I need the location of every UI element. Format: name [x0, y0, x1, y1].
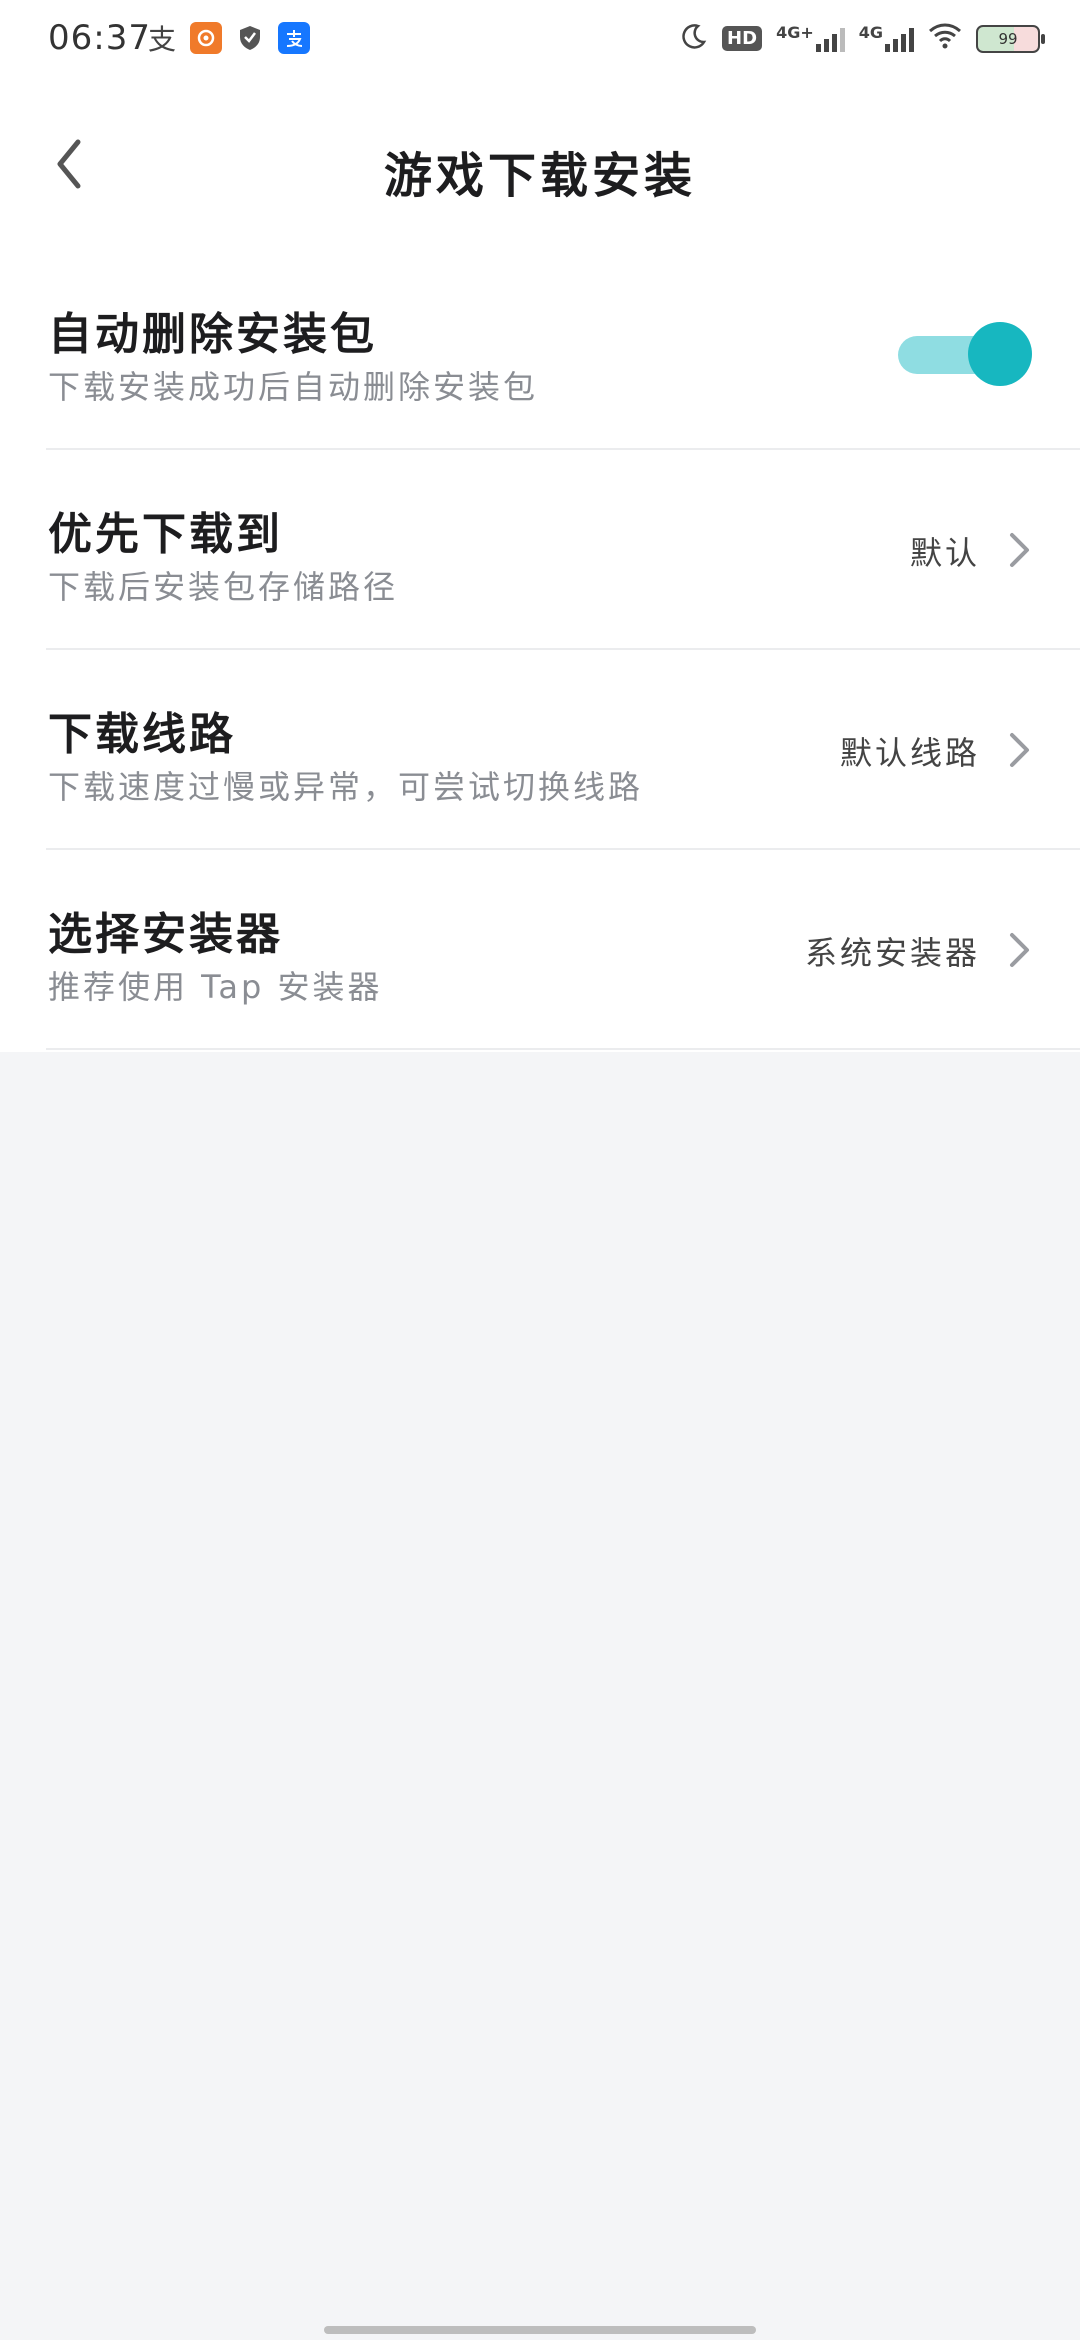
alipay-text-icon: 支: [147, 23, 176, 56]
setting-title: 自动删除安装包: [48, 309, 377, 360]
notification-icons: 支: [146, 22, 310, 56]
signal-bars-2-icon: [885, 26, 914, 52]
setting-description: 下载安装成功后自动删除安装包: [48, 368, 539, 406]
setting-title: 选择安装器: [48, 909, 283, 960]
setting-title: 下载线路: [48, 709, 236, 760]
setting-title: 优先下载到: [48, 509, 283, 560]
alipay-icon: [278, 22, 310, 54]
settings-screen: 06:37 支 HD 4G+ 4G 99 游戏下载安装 自动删除安装包 下载安装…: [0, 0, 1080, 2340]
status-bar: 06:37 支 HD 4G+ 4G 99: [0, 0, 1080, 84]
chevron-right-icon: [1000, 930, 1040, 970]
moon-icon: [680, 22, 708, 55]
chevron-right-icon: [1000, 730, 1040, 770]
status-right-icons: HD 4G+ 4G 99: [680, 22, 1045, 55]
row-divider: [46, 1048, 1080, 1050]
signal-2: 4G: [858, 22, 914, 52]
setting-description: 下载后安装包存储路径: [48, 568, 399, 606]
status-time: 06:37: [48, 18, 151, 58]
hd-voice-badge: HD: [722, 26, 763, 51]
network-type-2: 4G: [858, 22, 883, 42]
content-panel: 06:37 支 HD 4G+ 4G 99 游戏下载安装 自动删除安装包 下载安装…: [0, 0, 1080, 1052]
home-indicator[interactable]: [324, 2326, 756, 2334]
setting-installer[interactable]: 选择安装器 推荐使用 Tap 安装器 系统安装器: [0, 850, 1080, 1050]
setting-value: 系统安装器: [804, 934, 980, 972]
setting-value: 默认线路: [839, 734, 980, 772]
battery-icon: 99: [976, 24, 1045, 53]
setting-description: 推荐使用 Tap 安装器: [48, 968, 383, 1006]
header: 游戏下载安装: [0, 100, 1080, 230]
squirrel-app-icon: [190, 22, 222, 54]
setting-download-location[interactable]: 优先下载到 下载后安装包存储路径 默认: [0, 450, 1080, 650]
shield-icon: [234, 22, 266, 54]
page-title: 游戏下载安装: [383, 148, 696, 204]
chevron-right-icon: [1000, 530, 1040, 570]
toggle-knob: [968, 322, 1032, 386]
setting-value: 默认: [909, 534, 980, 572]
signal-1: 4G+: [776, 22, 845, 52]
setting-auto-delete: 自动删除安装包 下载安装成功后自动删除安装包: [0, 250, 1080, 450]
network-type-1: 4G+: [776, 22, 814, 42]
settings-list: 自动删除安装包 下载安装成功后自动删除安装包 优先下载到 下载后安装包存储路径 …: [0, 250, 1080, 1050]
setting-description: 下载速度过慢或异常，可尝试切换线路: [48, 768, 644, 806]
signal-bars-1-icon: [815, 26, 845, 52]
auto-delete-toggle[interactable]: [898, 322, 1032, 386]
setting-download-route[interactable]: 下载线路 下载速度过慢或异常，可尝试切换线路 默认线路: [0, 650, 1080, 850]
wifi-icon: [928, 22, 962, 55]
